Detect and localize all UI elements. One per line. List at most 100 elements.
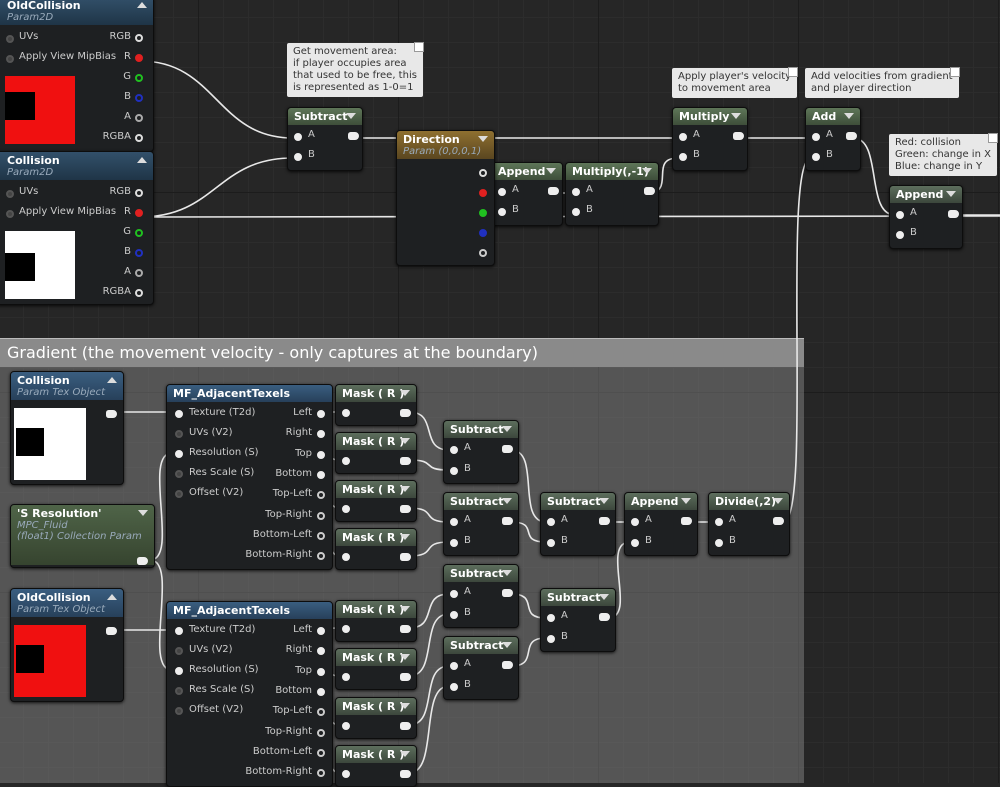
input-pin[interactable] [175,667,183,675]
s-resolution-node[interactable]: 'S Resolution' MPC_Fluid (float1) Collecti… [10,504,155,568]
output-pin-b[interactable] [135,249,143,257]
output-pin-r[interactable] [135,54,143,62]
output-pin[interactable] [502,445,513,453]
output-pin[interactable] [599,517,610,525]
input-pin[interactable] [175,707,183,715]
comment-add-velocities[interactable]: Add velocities from gradient and player … [805,67,960,98]
collapse-chevron-icon[interactable] [400,534,410,540]
output-pin[interactable] [317,470,325,479]
collapse-chevron-icon[interactable] [599,498,609,504]
input-pin[interactable] [450,446,458,454]
append-node[interactable]: Append A B [491,162,563,226]
output-pin[interactable] [846,132,857,140]
input-pin[interactable] [175,410,183,418]
comment-channels[interactable]: Red: collision Green: change in X Blue: … [889,133,998,176]
output-pin-r[interactable] [135,209,143,217]
input-pin[interactable] [175,470,183,478]
output-pin[interactable] [733,132,744,140]
mask-node-8[interactable]: Mask ( R ) [335,745,417,787]
output-pin[interactable] [317,531,325,540]
input-pin[interactable] [342,673,350,681]
adjacent-texels-node-2[interactable]: MF_AdjacentTexels Texture (T2d) UVs (V2) Re… [166,601,333,787]
output-pin[interactable] [599,613,610,621]
old-collision-param-node[interactable]: OldCollision Param2D UVs Apply View MipBias… [0,0,154,152]
output-pin[interactable] [644,187,655,195]
output-pin[interactable] [317,667,325,676]
input-pin[interactable] [175,627,183,635]
output-pin-g[interactable] [135,229,143,237]
output-pin[interactable] [681,517,692,525]
pin-1[interactable] [294,153,302,161]
direction-output-pin[interactable] [479,189,487,197]
output-pin-rgb[interactable] [135,189,143,197]
pin-1[interactable] [896,231,904,239]
subtract-node[interactable]: Subtract A B [287,107,363,171]
node-header[interactable]: MF_AdjacentTexels [167,385,332,402]
node-header[interactable]: OldCollision Param Tex Object [11,589,123,617]
mask-node-3[interactable]: Mask ( R ) [335,480,417,522]
node-header[interactable]: Subtract [444,637,518,654]
input-pin[interactable] [342,553,350,561]
collapse-chevron-icon[interactable] [137,157,147,163]
output-pin[interactable] [317,687,325,696]
collapse-chevron-icon[interactable] [731,113,741,119]
input-pin[interactable] [450,662,458,670]
collision-param-node[interactable]: Collision Param2D UVs Apply View MipBias RGB… [0,151,154,305]
output-pin[interactable] [106,410,117,418]
collapse-chevron-icon[interactable] [681,498,691,504]
input-pin[interactable] [450,467,458,475]
adjacent-texels-node-1[interactable]: MF_AdjacentTexels Texture (T2d) UVs (V2) Re… [166,384,333,570]
node-header[interactable]: Mask ( R ) [336,433,416,450]
collapse-chevron-icon[interactable] [400,751,410,757]
node-header[interactable]: Append [492,163,562,180]
pin-0[interactable] [896,211,904,219]
input-pin[interactable] [450,539,458,547]
output-pin[interactable] [400,673,411,681]
pin-1[interactable] [679,153,687,161]
output-pin[interactable] [948,210,959,218]
input-pin[interactable] [342,770,350,778]
output-pin[interactable] [400,457,411,465]
node-header[interactable]: Subtract [444,565,518,582]
input-pin[interactable] [342,457,350,465]
input-pin[interactable] [6,35,14,43]
output-pin[interactable] [502,517,513,525]
collapse-chevron-icon[interactable] [946,191,956,197]
pin-0[interactable] [294,133,302,141]
collapse-chevron-icon[interactable] [400,438,410,444]
node-header[interactable]: Mask ( R ) [336,746,416,763]
node-header[interactable]: Subtract [541,493,615,510]
input-pin[interactable] [342,625,350,633]
input-pin[interactable] [450,683,458,691]
node-header[interactable]: Append [890,186,962,203]
node-header[interactable]: Append [625,493,697,510]
input-pin[interactable] [175,430,183,438]
output-pin-g[interactable] [135,74,143,82]
node-header[interactable]: Add [806,108,860,125]
collapse-chevron-icon[interactable] [599,594,609,600]
input-pin[interactable] [450,611,458,619]
input-pin[interactable] [547,539,555,547]
input-pin[interactable] [450,590,458,598]
output-pin[interactable] [317,511,325,520]
collapse-chevron-icon[interactable] [502,570,512,576]
output-pin[interactable] [400,505,411,513]
output-pin[interactable] [548,187,559,195]
collapse-chevron-icon[interactable] [137,2,147,8]
append-final-node[interactable]: Append A B [889,185,963,249]
input-pin[interactable] [175,687,183,695]
collapse-chevron-icon[interactable] [502,498,512,504]
node-header[interactable]: Multiply(,-1) [566,163,658,180]
collapse-chevron-icon[interactable] [346,113,356,119]
collapse-chevron-icon[interactable] [844,113,854,119]
input-pin[interactable] [715,539,723,547]
input-pin[interactable] [342,722,350,730]
mask-node-5[interactable]: Mask ( R ) [335,600,417,642]
collapse-chevron-icon[interactable] [107,377,117,383]
output-pin[interactable] [400,553,411,561]
gradient-subtract-node-1[interactable]: Subtract A B [443,420,519,484]
multiply-neg-node[interactable]: Multiply(,-1) A B [565,162,659,226]
param-header[interactable]: Collision Param2D [0,152,153,180]
direction-header[interactable]: Direction Param (0,0,0,1) [397,131,494,159]
input-pin[interactable] [342,409,350,417]
